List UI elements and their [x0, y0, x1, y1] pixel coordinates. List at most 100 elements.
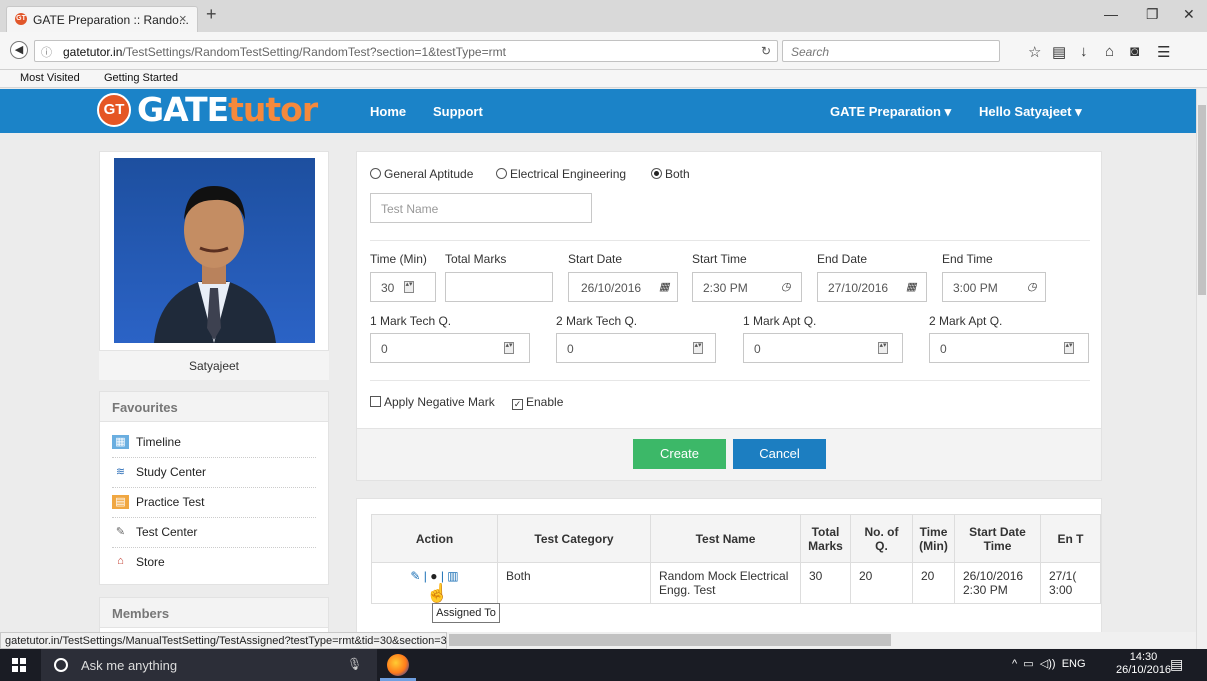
nav-support[interactable]: Support	[433, 104, 483, 119]
system-clock[interactable]: 14:30 26/10/2016	[1116, 651, 1171, 677]
col-start-datetime[interactable]: Start Date Time	[954, 514, 1041, 563]
col-end-datetime[interactable]: En T	[1040, 514, 1101, 563]
notification-icon[interactable]: ▤	[1170, 656, 1183, 673]
enable-checkbox[interactable]: ✓ Enable	[512, 395, 563, 410]
q1-apt-label: 1 Mark Apt Q.	[743, 314, 817, 328]
microphone-icon[interactable]: 🎙	[347, 657, 362, 671]
q1-apt-stepper[interactable]: 0 ▴▾	[743, 333, 903, 363]
window-close-icon[interactable]: ✕	[1183, 6, 1195, 23]
fav-store[interactable]: ⌂ Store	[112, 548, 316, 578]
time-stepper[interactable]: 30 ▴▾	[370, 272, 436, 302]
total-marks-input[interactable]	[445, 272, 553, 302]
system-tray[interactable]: ^ ▭ ◁)) ENG	[1012, 657, 1086, 670]
negative-mark-checkbox[interactable]: Apply Negative Mark	[370, 395, 495, 409]
fav-test-center[interactable]: ✎ Test Center	[112, 518, 316, 548]
create-button[interactable]: Create	[633, 439, 726, 469]
nav-home[interactable]: Home	[370, 104, 406, 119]
start-time-input[interactable]: 2:30 PM ◷	[692, 272, 802, 302]
col-num-questions[interactable]: No. of Q.	[850, 514, 913, 563]
q2-tech-stepper[interactable]: 0 ▴▾	[556, 333, 716, 363]
bookmark-getting-started[interactable]: Getting Started	[104, 72, 178, 84]
end-date-input[interactable]: 27/10/2016 ▦	[817, 272, 927, 302]
download-icon[interactable]: ↓	[1080, 43, 1088, 60]
assigned-to-tooltip: Assigned To	[432, 603, 500, 623]
q2-apt-label: 2 Mark Apt Q.	[929, 314, 1003, 328]
radio-circle-icon	[370, 168, 381, 179]
clock-icon[interactable]: ◷	[781, 280, 791, 293]
q1-tech-stepper[interactable]: 0 ▴▾	[370, 333, 530, 363]
home-icon[interactable]: ⌂	[1105, 43, 1114, 60]
cancel-button[interactable]: Cancel	[733, 439, 826, 469]
fav-practice-test[interactable]: ▤ Practice Test	[112, 488, 316, 518]
fav-timeline[interactable]: ▦ Timeline	[112, 428, 316, 458]
reload-icon[interactable]: ↻	[761, 44, 771, 58]
q2-tech-label: 2 Mark Tech Q.	[556, 314, 638, 328]
nav-user-dropdown[interactable]: Hello Satyajeet ▾	[979, 104, 1082, 120]
logo-badge[interactable]: GT	[97, 93, 131, 127]
test-name-input[interactable]: Test Name	[370, 193, 592, 223]
browser-search-input[interactable]: Search	[782, 40, 1000, 62]
language-indicator[interactable]: ENG	[1062, 658, 1086, 670]
start-date-label: Start Date	[568, 252, 623, 266]
col-time[interactable]: Time (Min)	[912, 514, 955, 563]
col-action[interactable]: Action	[371, 514, 498, 563]
cell-end-datetime: 27/1( 3:00	[1040, 562, 1101, 604]
edit-icon[interactable]: ✎	[410, 569, 420, 583]
back-arrow-icon[interactable]: ◀	[10, 41, 28, 59]
col-total-marks[interactable]: Total Marks	[800, 514, 851, 563]
end-time-input[interactable]: 3:00 PM ◷	[942, 272, 1046, 302]
calendar-icon[interactable]: ▦	[657, 280, 670, 293]
url-text: gatetutor.in/TestSettings/RandomTestSett…	[63, 45, 506, 59]
favourites-title: Favourites	[100, 392, 328, 422]
address-bar[interactable]: ⓘ gatetutor.in/TestSettings/RandomTestSe…	[34, 40, 778, 62]
restore-icon[interactable]: ❐	[1146, 6, 1159, 23]
tab-close-icon[interactable]: ×	[179, 11, 187, 26]
menu-icon[interactable]: ☰	[1157, 43, 1170, 61]
search-placeholder: Search	[791, 45, 830, 59]
cell-time: 20	[912, 562, 955, 604]
spinner-icon[interactable]: ▴▾	[693, 342, 703, 354]
minimize-icon[interactable]: —	[1104, 6, 1118, 22]
checkbox-checked-icon: ✓	[512, 399, 523, 410]
fav-study-center[interactable]: ≋ Study Center	[112, 458, 316, 488]
page-scrollbar-thumb[interactable]	[1198, 105, 1206, 295]
reading-list-icon[interactable]: ▤	[1052, 43, 1066, 61]
spinner-icon[interactable]: ▴▾	[504, 342, 514, 354]
site-logo[interactable]: GATEtutor	[137, 90, 318, 129]
firefox-icon[interactable]	[387, 654, 409, 676]
new-tab-button[interactable]: +	[206, 4, 217, 25]
site-favicon-icon: GT	[15, 13, 27, 25]
nav-gate-preparation-dropdown[interactable]: GATE Preparation ▾	[830, 104, 951, 120]
start-date-input[interactable]: 26/10/2016 ▦	[568, 272, 678, 302]
radio-both[interactable]: Both	[651, 167, 690, 181]
delete-icon[interactable]: ▥	[447, 569, 458, 583]
cortana-search-box[interactable]: Ask me anything 🎙	[41, 649, 377, 681]
q2-apt-stepper[interactable]: 0 ▴▾	[929, 333, 1089, 363]
end-time-label: End Time	[942, 252, 993, 266]
books-icon: ≋	[115, 466, 126, 478]
col-test-name[interactable]: Test Name	[650, 514, 801, 563]
calendar-icon[interactable]: ▦	[904, 280, 917, 293]
bookmark-star-icon[interactable]: ☆	[1028, 43, 1041, 61]
spinner-icon[interactable]: ▴▾	[1064, 342, 1074, 354]
horizontal-scrollbar-thumb[interactable]	[449, 634, 891, 646]
browser-tab[interactable]: GT GATE Preparation :: Rando... ×	[6, 6, 198, 32]
assign-user-icon[interactable]: ●	[430, 569, 437, 583]
cortana-search-text: Ask me anything	[81, 658, 178, 673]
col-test-category[interactable]: Test Category	[497, 514, 651, 563]
radio-electrical-engineering[interactable]: Electrical Engineering	[496, 167, 626, 181]
info-icon[interactable]: ⓘ	[41, 44, 52, 60]
checkbox-empty-icon	[370, 396, 381, 407]
windows-start-icon[interactable]	[12, 658, 26, 672]
spinner-icon[interactable]: ▴▾	[404, 281, 414, 293]
clock-date: 26/10/2016	[1116, 664, 1172, 676]
members-title: Members	[100, 598, 328, 628]
clock-icon[interactable]: ◷	[1027, 280, 1037, 293]
radio-general-aptitude[interactable]: General Aptitude	[370, 167, 473, 181]
pocket-icon[interactable]: ◙	[1130, 43, 1139, 60]
spinner-icon[interactable]: ▴▾	[878, 342, 888, 354]
time-label: Time (Min)	[370, 252, 427, 266]
bookmark-most-visited[interactable]: Most Visited	[20, 72, 80, 84]
cell-category: Both	[497, 562, 651, 604]
cell-total-marks: 30	[800, 562, 851, 604]
